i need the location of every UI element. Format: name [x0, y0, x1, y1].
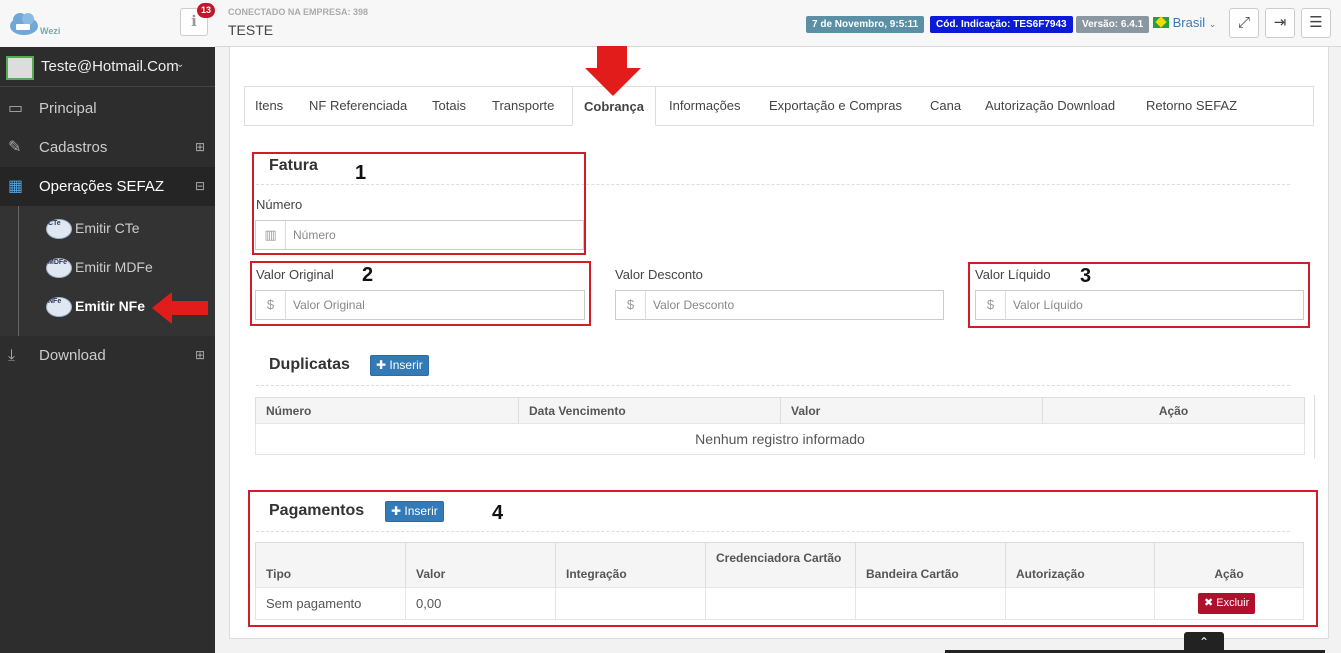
highlight-box-3	[968, 262, 1310, 328]
fullscreen-button[interactable]: ⤢	[1229, 8, 1259, 38]
logout-icon: ⇥	[1273, 14, 1287, 31]
highlight-box-2	[250, 261, 591, 326]
sidebar-item-label: Principal	[39, 100, 97, 117]
sidebar-item-emitir-cte[interactable]: CTe Emitir CTe	[18, 209, 215, 248]
user-email: Teste@Hotmail.Com	[41, 58, 179, 75]
notifications-badge: 13	[196, 3, 215, 18]
expand-plus-icon: ⊞	[194, 348, 205, 362]
sidebar: Teste@Hotmail.Com ⌄ ▭ Principal ✎ Cadast…	[0, 47, 215, 653]
tab-retorno-sefaz[interactable]: Retorno SEFAZ	[1135, 86, 1248, 126]
sidebar-item-label: Emitir MDFe	[75, 259, 153, 275]
empty-message: Nenhum registro informado	[255, 423, 1305, 455]
company-name: TESTE	[228, 22, 274, 38]
sidebar-item-label: Emitir NFe	[75, 298, 146, 314]
tab-exportacao-compras[interactable]: Exportação e Compras	[758, 86, 913, 126]
menu-button[interactable]: ☰	[1301, 8, 1331, 38]
tab-transporte[interactable]: Transporte	[481, 86, 565, 126]
sidebar-item-cadastros[interactable]: ✎ Cadastros ⊞	[0, 128, 215, 167]
connected-label: CONECTADO NA EMPRESA: 398	[228, 7, 369, 17]
info-icon: ℹ	[191, 13, 197, 30]
valor-desconto-placeholder: Valor Desconto	[653, 298, 735, 312]
hamburger-icon: ☰	[1309, 14, 1323, 31]
collapse-minus-icon: ⊟	[194, 179, 205, 193]
cloud-logo-icon	[10, 13, 38, 35]
dollar-icon: $	[616, 291, 646, 319]
table-edge	[1314, 395, 1315, 458]
brazil-flag-icon	[1153, 16, 1169, 28]
chevron-up-icon: ⌃	[1198, 635, 1210, 649]
sidebar-item-emitir-mdfe[interactable]: MDFe Emitir MDFe	[18, 248, 215, 287]
divider	[256, 385, 1290, 386]
tab-autorizacao-download[interactable]: Autorização Download	[974, 86, 1126, 126]
sidebar-item-label: Cadastros	[39, 139, 108, 156]
avatar	[6, 56, 34, 80]
windows-icon: ▦	[8, 178, 24, 195]
tab-itens[interactable]: Itens	[244, 86, 294, 126]
sidebar-item-label: Operações SEFAZ	[39, 178, 165, 195]
highlight-box-4	[248, 490, 1318, 627]
column-header: Número	[255, 397, 519, 424]
sidebar-item-label: Emitir CTe	[75, 220, 140, 236]
logout-button[interactable]: ⇥	[1265, 8, 1295, 38]
valor-desconto-label: Valor Desconto	[615, 267, 703, 282]
cte-icon: CTe	[46, 219, 72, 239]
valor-desconto-input[interactable]: $ Valor Desconto	[615, 290, 944, 320]
tab-informacoes[interactable]: Informações	[658, 86, 752, 126]
datetime-badge: 7 de Novembro, 9:5:11	[806, 16, 925, 33]
sidebar-item-download[interactable]: ⤓ Download ⊞	[0, 336, 215, 375]
notifications-button[interactable]: ℹ 13	[180, 3, 215, 36]
nfe-icon: NFe	[46, 297, 72, 317]
column-header: Valor	[780, 397, 1043, 424]
mdfe-icon: MDFe	[46, 258, 72, 278]
monitor-icon: ▭	[8, 100, 24, 117]
tab-cana[interactable]: Cana	[919, 86, 972, 126]
version-badge: Versão: 6.4.1	[1076, 16, 1150, 33]
column-header: Ação	[1042, 397, 1305, 424]
sidebar-item-label: Download	[39, 347, 106, 364]
chevron-down-icon: ⌄	[176, 59, 185, 70]
sidebar-item-operacoes-sefaz[interactable]: ▦ Operações SEFAZ ⊟	[0, 167, 215, 206]
chevron-down-icon: ⌄	[1208, 19, 1217, 29]
country-selector[interactable]: Brasil ⌄	[1153, 15, 1216, 30]
expand-icon: ⤢	[1237, 14, 1250, 31]
plus-icon: ✚	[376, 358, 387, 372]
red-arrow-left-icon	[152, 292, 208, 324]
duplicatas-title: Duplicatas	[269, 356, 350, 373]
edit-icon: ✎	[8, 139, 22, 156]
column-header: Data Vencimento	[518, 397, 781, 424]
tab-totais[interactable]: Totais	[421, 86, 477, 126]
sidebar-item-principal[interactable]: ▭ Principal	[0, 89, 215, 128]
duplicatas-insert-button[interactable]: ✚ Inserir	[370, 355, 429, 376]
red-arrow-down-icon	[585, 46, 641, 96]
user-menu[interactable]: Teste@Hotmail.Com ⌄	[0, 47, 215, 87]
tab-nf-referenciada[interactable]: NF Referenciada	[298, 86, 418, 126]
country-label: Brasil	[1172, 15, 1206, 30]
highlight-box-1	[252, 152, 586, 255]
annotation-2: 2	[362, 264, 374, 286]
download-icon: ⤓	[8, 347, 16, 364]
expand-plus-icon: ⊞	[194, 140, 205, 154]
annotation-1: 1	[355, 162, 367, 184]
annotation-3: 3	[1080, 265, 1092, 287]
indicacao-badge: Cód. Indicação: TES6F7943	[930, 16, 1073, 33]
insert-label: Inserir	[389, 358, 423, 372]
logo-text: Wezi	[40, 26, 61, 36]
